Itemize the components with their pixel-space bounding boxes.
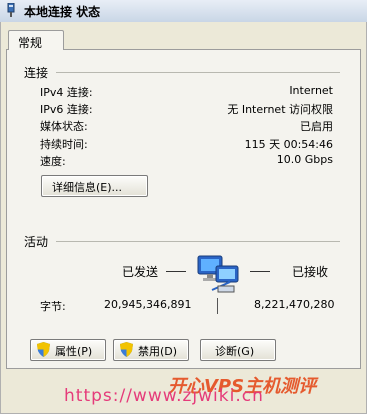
sent-label: 已发送 bbox=[122, 265, 159, 279]
details-button-label: 详细信息(E)... bbox=[52, 181, 123, 194]
title-bar: 本地连接 状态 bbox=[0, 0, 367, 23]
connection-divider bbox=[56, 72, 340, 73]
bytes-sent-value: 20,945,346,891 bbox=[104, 298, 192, 311]
duration-value: 115 天 00:54:46 bbox=[244, 138, 333, 151]
speed-value: 10.0 Gbps bbox=[276, 153, 333, 166]
received-label: 已接收 bbox=[292, 265, 329, 279]
bytes-received-value: 8,221,470,280 bbox=[254, 298, 335, 311]
uac-shield-icon bbox=[120, 342, 133, 357]
bytes-label: 字节: bbox=[40, 300, 66, 313]
network-adapter-icon bbox=[7, 3, 15, 17]
window-title: 本地连接 状态 bbox=[24, 5, 101, 19]
ipv6-label: IPv6 连接: bbox=[40, 103, 93, 116]
details-button[interactable]: 详细信息(E)... bbox=[41, 175, 148, 197]
diagnose-button-label: 诊断(G) bbox=[215, 345, 255, 358]
network-computers-icon bbox=[197, 255, 239, 293]
tab-general[interactable]: 常规 bbox=[8, 30, 64, 50]
activity-divider bbox=[56, 241, 340, 242]
duration-label: 持续时间: bbox=[40, 138, 88, 151]
ipv6-value: 无 Internet 访问权限 bbox=[227, 103, 333, 116]
media-state-value: 已启用 bbox=[300, 120, 333, 133]
connection-section-label: 连接 bbox=[24, 66, 49, 80]
uac-shield-icon bbox=[37, 342, 50, 357]
received-line bbox=[250, 271, 270, 272]
tab-label: 常规 bbox=[18, 36, 43, 50]
disable-button[interactable]: 禁用(D) bbox=[113, 339, 189, 361]
bytes-divider bbox=[217, 298, 218, 314]
watermark-url: https://www.zjwiki.cn bbox=[64, 386, 264, 406]
properties-button[interactable]: 属性(P) bbox=[30, 339, 106, 361]
activity-section-label: 活动 bbox=[24, 235, 49, 249]
speed-label: 速度: bbox=[40, 155, 66, 168]
ipv4-value: Internet bbox=[289, 84, 333, 97]
disable-button-label: 禁用(D) bbox=[138, 345, 178, 358]
properties-button-label: 属性(P) bbox=[55, 345, 93, 358]
ipv4-label: IPv4 连接: bbox=[40, 86, 93, 99]
diagnose-button[interactable]: 诊断(G) bbox=[200, 339, 276, 361]
sent-line bbox=[166, 271, 186, 272]
media-state-label: 媒体状态: bbox=[40, 120, 88, 133]
